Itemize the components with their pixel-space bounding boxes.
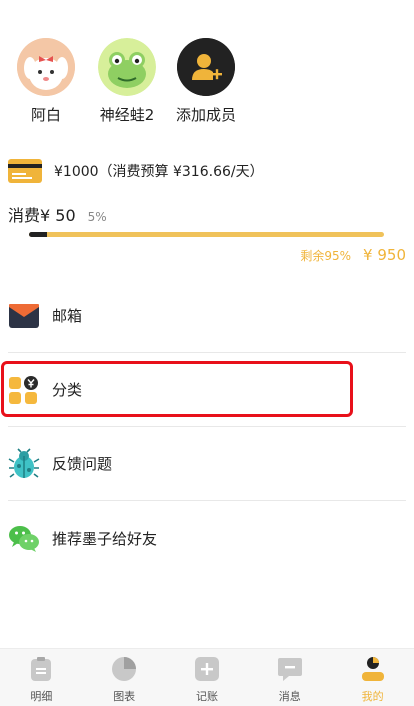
message-icon (277, 656, 303, 682)
puppy-avatar (17, 38, 75, 96)
menu-label: 分类 (52, 381, 83, 399)
tab-label: 图表 (113, 690, 136, 703)
menu-item-feedback[interactable]: 反馈问题 (8, 427, 406, 501)
budget-progress-fill (29, 232, 47, 237)
tab-label: 消息 (278, 690, 301, 703)
remaining-label: 剩余95% (300, 249, 352, 263)
chart-icon (111, 656, 137, 682)
details-icon (28, 656, 54, 682)
menu-label: 推荐墨子给好友 (52, 529, 158, 548)
spent-percent: 5% (87, 210, 107, 224)
budget-row[interactable]: ¥1000（消费预算 ¥316.66/天） (8, 158, 406, 184)
profile-icon (360, 656, 386, 682)
wechat-icon (8, 522, 40, 554)
tab-chart[interactable]: 图表 (83, 649, 166, 706)
budget-progress-bar (29, 232, 384, 237)
tab-label: 记账 (195, 690, 218, 703)
remaining-row: 剩余95% ¥ 950 (300, 246, 406, 268)
category-icon (8, 374, 40, 406)
tab-label: 我的 (361, 690, 384, 703)
menu-item-mailbox[interactable]: 邮箱 (8, 279, 406, 353)
member-name: 阿白 (30, 106, 61, 124)
remaining-value: ¥ 950 (363, 246, 406, 264)
add-member-icon (177, 38, 235, 96)
tab-label: 明细 (30, 690, 53, 703)
member-name: 神经蛙2 (99, 106, 155, 124)
menu-label: 反馈问题 (52, 455, 113, 473)
bug-icon (8, 447, 40, 480)
bottom-tab-bar: 明细 图表 记账 消息 我的 (0, 648, 414, 706)
member-name: 添加成员 (175, 106, 236, 124)
spent-row: 消费¥ 50 5% (8, 202, 107, 225)
mailbox-icon (8, 300, 40, 332)
menu-label: 邮箱 (52, 307, 83, 325)
credit-card-icon (8, 159, 42, 183)
menu-item-category[interactable]: 分类 (1, 353, 406, 427)
add-record-icon (194, 656, 220, 682)
tab-add-record[interactable]: 记账 (166, 649, 249, 706)
member-ab[interactable]: 阿白 (6, 38, 86, 125)
tab-message[interactable]: 消息 (248, 649, 331, 706)
member-frog[interactable]: 神经蛙2 (87, 38, 167, 125)
settings-menu: 邮箱 分类 反馈问题 推荐墨子给好友 (1, 279, 406, 575)
menu-item-recommend[interactable]: 推荐墨子给好友 (8, 501, 406, 575)
frog-avatar (98, 38, 156, 96)
spent-amount: 消费¥ 50 (8, 206, 76, 225)
tab-details[interactable]: 明细 (0, 649, 83, 706)
tab-profile[interactable]: 我的 (331, 649, 414, 706)
member-list: 阿白 神经蛙2 添加成员 (0, 38, 414, 128)
budget-text: ¥1000（消费预算 ¥316.66/天） (54, 164, 264, 180)
add-member-button[interactable]: 添加成员 (166, 38, 246, 125)
